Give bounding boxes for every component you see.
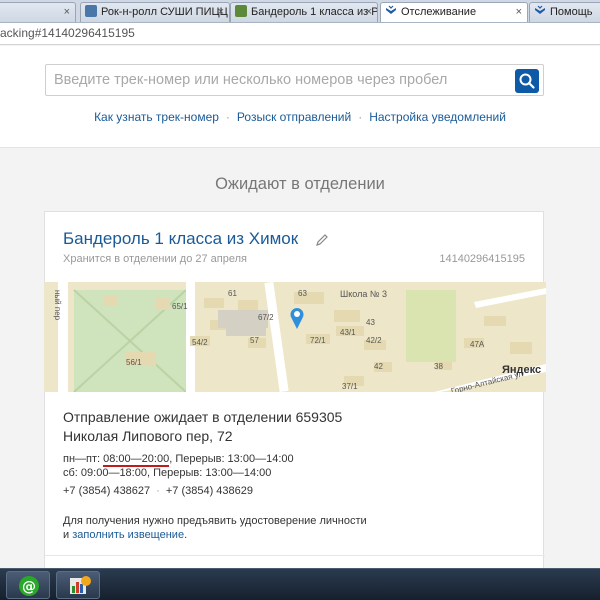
post-office-map[interactable]: ный пер Школа № 3 61 63 65/1 67/2 54/2 5… [44,282,546,392]
section-title: Ожидают в отделении [215,175,385,193]
link-find-track[interactable]: Как узнать трек-номер [94,110,219,124]
map-label: 37/1 [342,382,358,391]
taskbar: @ [0,568,600,600]
note-prefix: и [63,529,73,541]
working-hours: пн—пт: 08:00—20:00, Перерыв: 13:00—14:00… [63,452,294,480]
search-icon [519,73,535,89]
svg-text:@: @ [22,579,36,595]
pencil-icon[interactable] [315,233,329,247]
map-label: 63 [298,289,307,298]
map-label: 42/2 [366,336,382,345]
link-separator: · [358,110,363,124]
map-label: 72/1 [310,336,326,345]
note-line-2: и заполнить извещение. [63,528,367,542]
map-graphic [44,282,546,392]
note-suffix: . [184,529,188,541]
tab-close-icon[interactable]: × [366,3,372,22]
hours-weekday-break: , Перерыв: 13:00—14:00 [169,453,294,465]
pickup-note: Для получения нужно предъявить удостовер… [63,514,367,542]
tab-label: Помощь [550,6,593,18]
link-notification-settings[interactable]: Настройка уведомлений [369,110,506,124]
hours-weekday-prefix: пн—пт: [63,453,104,465]
map-label: 61 [228,289,237,298]
tab-bar: × Рок-н-ролл СУШИ ПИЦЦ × Бандероль 1 кла… [0,0,600,23]
russian-post-icon [385,5,397,17]
phone-2[interactable]: +7 (3854) 438629 [166,485,253,497]
taskbar-mail-agent[interactable]: @ [6,571,50,599]
map-label: 65/1 [172,302,188,311]
mail-agent-icon: @ [19,576,39,596]
address-line-1: Отправление ожидает в отделении 659305 [63,409,343,425]
track-search-input[interactable]: Введите трек-номер или несколько номеров… [45,64,544,96]
link-separator: · [225,110,230,124]
map-label: 54/2 [192,338,208,347]
tab-label: Отслеживание [401,6,477,18]
card-divider [45,555,545,556]
map-label: ный пер [53,290,62,321]
link-search-parcels[interactable]: Розыск отправлений [237,110,351,124]
map-label: 43 [366,318,375,327]
address-bar[interactable]: acking#14140296415195 [0,23,600,45]
address-line-2: Николая Липового пер, 72 [63,428,233,444]
map-label: 47А [470,340,485,349]
russian-post-icon [534,5,546,17]
tab-sushi[interactable]: Рок-н-ролл СУШИ ПИЦЦ × [80,2,230,22]
parcel-title[interactable]: Бандероль 1 класса из Химок [63,229,298,249]
tab-help[interactable]: Помощь [529,2,600,22]
tab-close-icon[interactable]: × [64,3,70,22]
taskbar-app-2[interactable] [56,571,100,599]
map-label: 56/1 [126,358,142,367]
vk-icon [85,5,97,17]
phones: +7 (3854) 438627 · +7 (3854) 438629 [63,485,253,497]
phone-1[interactable]: +7 (3854) 438627 [63,485,150,497]
map-label: 38 [434,362,443,371]
post-office-address: Отправление ожидает в отделении 659305 Н… [63,408,342,446]
phone-separator: · [156,485,160,497]
yandex-logo[interactable]: Яндекс [502,364,541,376]
hours-weekday-time: 08:00—20:00 [103,453,170,467]
search-placeholder: Введите трек-номер или несколько номеров… [54,72,448,88]
tracking-header: Введите трек-номер или несколько номеров… [0,46,600,148]
tab-label: Бандероль 1 класса из Р [251,6,378,18]
hours-weekday: пн—пт: 08:00—20:00, Перерыв: 13:00—14:00 [63,452,294,467]
tab-close-icon[interactable]: × [218,3,224,22]
tab-close-partial[interactable]: × [0,2,76,22]
tab-tracking[interactable]: Отслеживание × [380,2,528,22]
help-links: Как узнать трек-номер · Розыск отправлений… [0,110,600,124]
chart-app-icon [70,576,91,594]
document-icon [235,5,247,17]
map-label: 67/2 [258,313,274,322]
url-text[interactable]: acking#14140296415195 [0,26,135,40]
stored-until: Хранится в отделении до 27 апреля [63,253,247,265]
map-label: 57 [250,336,259,345]
search-button[interactable] [515,69,539,93]
tab-parcel[interactable]: Бандероль 1 класса из Р × [230,2,378,22]
fill-notice-link[interactable]: заполнить извещение [72,529,184,541]
tab-close-icon[interactable]: × [516,3,522,22]
map-label: 42 [374,362,383,371]
tab-label: Рок-н-ролл СУШИ ПИЦЦ [101,6,228,18]
track-number: 14140296415195 [439,253,525,265]
note-line-1: Для получения нужно предъявить удостовер… [63,515,367,527]
map-label: Школа № 3 [340,289,388,299]
parcel-card: Бандероль 1 класса из Химок Хранится в о… [44,211,546,571]
hours-saturday: сб: 09:00—18:00, Перерыв: 13:00—14:00 [63,467,272,479]
map-label: 43/1 [340,328,356,337]
map-pin-icon[interactable] [289,306,305,330]
